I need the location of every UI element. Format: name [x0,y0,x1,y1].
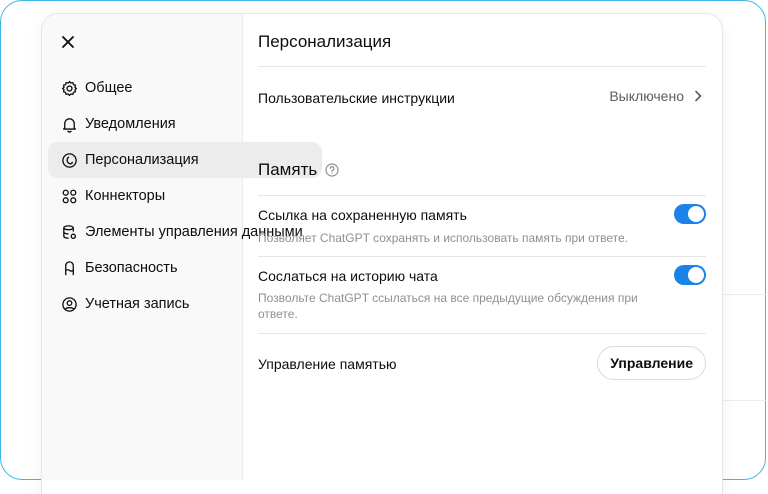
memory-title: Память [258,160,318,179]
personalization-icon [60,151,78,169]
background-divider [722,294,766,295]
saved-memory-toggle[interactable] [674,204,706,224]
help-icon[interactable] [325,163,339,177]
custom-instructions-link[interactable]: Выключено [609,88,706,104]
divider [258,66,706,67]
sidebar-item-label: Персонализация [85,152,199,168]
settings-content: Персонализация Пользовательские инструкц… [258,14,706,480]
sidebar-item-label: Общее [85,80,133,96]
sidebar-item-label: Безопасность [85,260,178,276]
custom-instructions-value: Выключено [609,88,684,104]
sidebar-item-label: Коннекторы [85,188,166,204]
divider [258,256,706,257]
custom-instructions-label: Пользовательские инструкции [258,90,455,106]
settings-dialog: Общее Уведомления Персонализация Коннект… [42,14,722,494]
account-icon [60,295,78,313]
background-divider [722,400,766,401]
chat-history-description: Позвольте ChatGPT ссылаться на все преды… [258,291,638,321]
manage-memory-button[interactable]: Управление [597,346,706,380]
lock-icon [60,259,78,277]
toggle-knob [688,206,704,222]
divider [258,333,706,334]
divider [258,195,706,196]
saved-memory-label: Ссылка на сохраненную память [258,207,467,223]
sidebar-item-label: Уведомления [85,116,176,132]
toggle-knob [688,267,704,283]
saved-memory-description: Позволяет ChatGPT сохранять и использова… [258,231,628,245]
sidebar-item-label: Учетная запись [85,296,190,312]
page-title: Персонализация [258,32,392,51]
gear-icon [60,79,78,97]
database-icon [60,223,78,241]
chevron-right-icon [695,90,702,102]
close-button[interactable] [56,30,80,54]
bell-icon [60,115,78,133]
chat-history-label: Сослаться на историю чата [258,268,438,284]
chat-history-toggle[interactable] [674,265,706,285]
close-icon [62,36,74,48]
connectors-icon [60,187,78,205]
memory-section-title: Память [258,160,339,180]
manage-memory-label: Управление памятью [258,356,397,372]
